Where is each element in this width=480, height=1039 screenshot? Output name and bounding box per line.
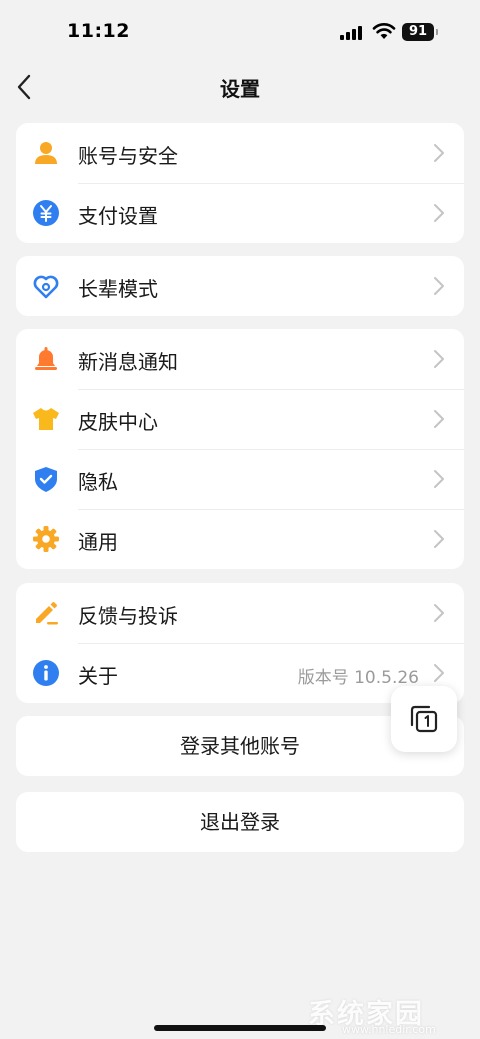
chevron-right-icon	[434, 350, 444, 368]
chevron-right-icon	[434, 664, 444, 682]
settings-group-general: 新消息通知 皮肤中心 隐私 通用	[16, 329, 464, 569]
user-icon	[35, 142, 57, 164]
shield-check-icon	[35, 467, 57, 492]
chevron-right-icon	[434, 604, 444, 622]
battery-cap	[436, 29, 438, 35]
settings-item-elder-mode[interactable]: 长辈模式	[16, 256, 464, 316]
bell-icon	[35, 347, 57, 370]
chevron-right-icon	[434, 530, 444, 548]
multi-window-icon	[410, 705, 438, 733]
settings-item-privacy[interactable]: 隐私	[16, 449, 464, 509]
settings-item-label: 隐私	[78, 470, 118, 494]
settings-item-label: 账号与安全	[78, 144, 178, 168]
settings-item-label: 长辈模式	[78, 277, 158, 301]
version-number: 版本号 10.5.26	[297, 668, 419, 688]
settings-group-about: 反馈与投诉 关于 版本号 10.5.26	[16, 583, 464, 703]
settings-group-elder: 长辈模式	[16, 256, 464, 316]
settings-item-label: 反馈与投诉	[78, 604, 178, 628]
settings-item-account-security[interactable]: 账号与安全	[16, 123, 464, 183]
settings-item-feedback[interactable]: 反馈与投诉	[16, 583, 464, 643]
wifi-icon	[372, 22, 396, 39]
info-icon	[33, 660, 59, 686]
settings-item-label: 支付设置	[78, 204, 158, 228]
settings-group-account: 账号与安全 支付设置	[16, 123, 464, 243]
chevron-right-icon	[434, 470, 444, 488]
floating-window-button[interactable]	[391, 686, 457, 752]
gear-icon	[33, 526, 59, 552]
page-title: 设置	[220, 77, 260, 101]
yen-icon	[33, 200, 59, 226]
chevron-right-icon	[434, 144, 444, 162]
settings-item-label: 通用	[78, 530, 118, 554]
settings-item-payment[interactable]: 支付设置	[16, 183, 464, 243]
settings-item-label: 皮肤中心	[78, 410, 158, 434]
status-time: 11:12	[67, 20, 130, 42]
chevron-right-icon	[434, 204, 444, 222]
heart-icon	[33, 275, 59, 299]
settings-item-skin-center[interactable]: 皮肤中心	[16, 389, 464, 449]
logout-button[interactable]: 退出登录	[16, 792, 464, 852]
status-bar: 11:12 91	[0, 0, 480, 64]
tshirt-icon	[33, 408, 59, 430]
settings-item-label: 新消息通知	[78, 350, 178, 374]
battery-indicator: 91	[402, 23, 434, 41]
chevron-right-icon	[434, 410, 444, 428]
cellular-signal-icon	[340, 25, 366, 40]
settings-item-label: 关于	[78, 664, 118, 688]
home-indicator	[154, 1025, 326, 1031]
settings-item-general[interactable]: 通用	[16, 509, 464, 569]
watermark-url: www.hnledir.com	[342, 1023, 436, 1036]
settings-item-notifications[interactable]: 新消息通知	[16, 329, 464, 389]
nav-bar: 设置	[0, 64, 480, 108]
pencil-icon	[36, 602, 58, 625]
chevron-right-icon	[434, 277, 444, 295]
